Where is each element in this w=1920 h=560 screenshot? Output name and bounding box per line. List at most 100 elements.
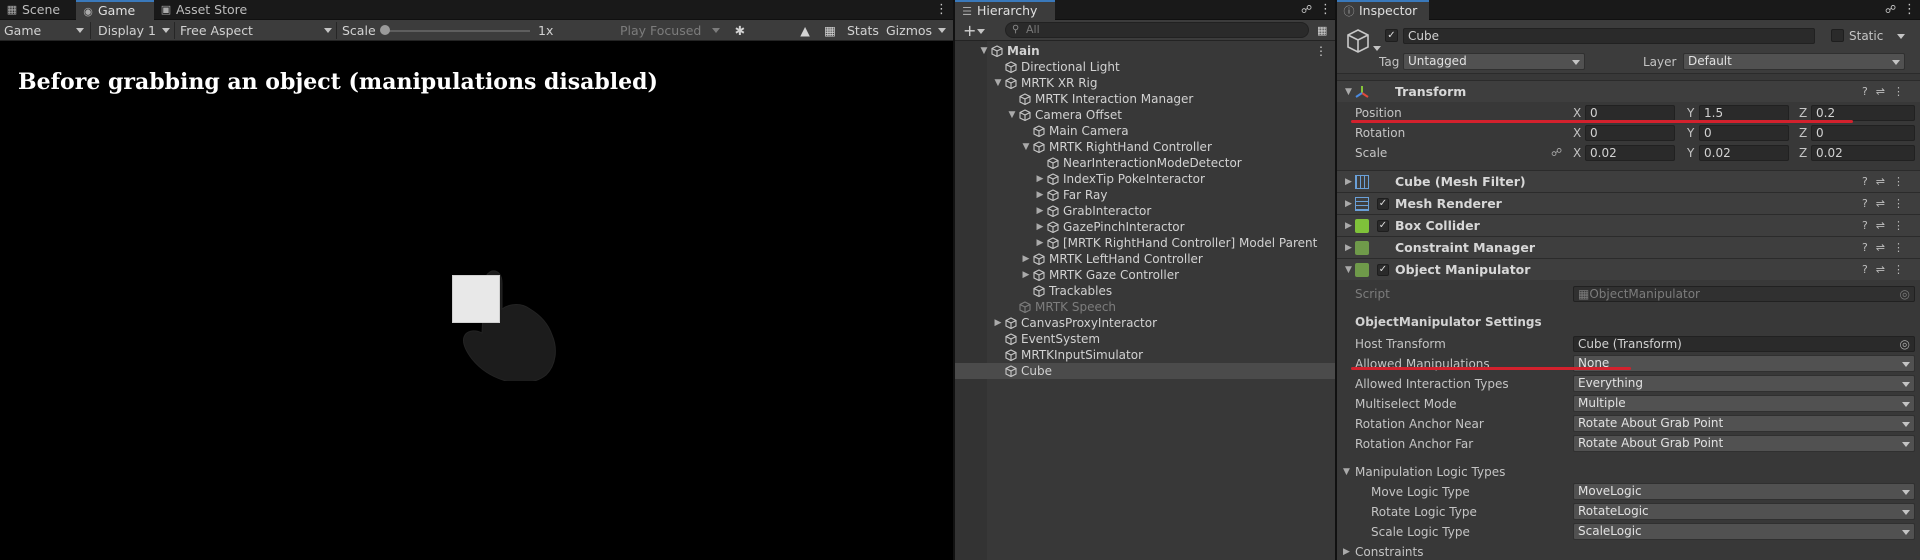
collapse-arrow-icon[interactable]: ▶ <box>1021 267 1031 283</box>
expand-arrow-icon[interactable]: ▶ <box>1343 543 1350 560</box>
hierarchy-item[interactable]: ▼ Camera Offset <box>955 107 1335 123</box>
hierarchy-search-field[interactable]: ⚲ All <box>1005 22 1309 38</box>
hierarchy-item[interactable]: NearInteractionModeDetector <box>955 155 1335 171</box>
manipulator-dropdown[interactable]: Rotate About Grab Point <box>1573 415 1915 432</box>
scale-y-field[interactable]: 0.02 <box>1699 145 1789 161</box>
hierarchy-item[interactable]: ▶ CanvasProxyInteractor <box>955 315 1335 331</box>
constraints-header[interactable]: Constraints <box>1355 543 1423 560</box>
hierarchy-item[interactable]: ▶ MRTK LeftHand Controller <box>955 251 1335 267</box>
object-manipulator-component-header[interactable]: ▼ ✓ Object Manipulator ?⇌⋮ <box>1337 258 1920 280</box>
hierarchy-item[interactable]: ▶ Far Ray <box>955 187 1335 203</box>
scale-z-field[interactable]: 0.02 <box>1811 145 1915 161</box>
hierarchy-item[interactable]: MRTKInputSimulator <box>955 347 1335 363</box>
aspect-dropdown[interactable]: Free Aspect <box>180 20 336 41</box>
speaker-icon[interactable]: ▲ <box>798 20 812 41</box>
expand-arrow-icon[interactable]: ▼ <box>979 43 989 59</box>
keyboard-icon[interactable]: ▦ <box>822 20 838 41</box>
stats-button[interactable]: Stats <box>847 20 879 41</box>
tab-asset-store[interactable]: ▣ Asset Store <box>154 0 253 20</box>
object-name-field[interactable]: Cube <box>1403 28 1815 44</box>
component-tools[interactable]: ?⇌⋮ <box>1862 259 1912 281</box>
cube-object[interactable] <box>452 275 500 323</box>
collapse-arrow-icon[interactable]: ▶ <box>1035 187 1045 203</box>
scale-slider-handle[interactable] <box>380 25 390 35</box>
manipulator-dropdown[interactable]: Multiple <box>1573 395 1915 412</box>
hierarchy-item[interactable]: ▶ IndexTip PokeInteractor <box>955 171 1335 187</box>
tab-hierarchy[interactable]: ☰ Hierarchy <box>955 0 1055 20</box>
gizmos-dropdown[interactable]: Gizmos <box>886 20 946 41</box>
lock-icon[interactable]: ☍ <box>1885 0 1896 20</box>
hierarchy-item[interactable]: Directional Light <box>955 59 1335 75</box>
position-z-field[interactable]: 0.2 <box>1811 105 1915 121</box>
tab-inspector[interactable]: ⓘ Inspector <box>1337 0 1429 20</box>
display-dropdown[interactable]: Display 1 <box>98 20 170 41</box>
hierarchy-item[interactable]: MRTK Speech <box>955 299 1335 315</box>
collapse-arrow-icon[interactable]: ▶ <box>1035 235 1045 251</box>
hierarchy-item[interactable]: EventSystem <box>955 331 1335 347</box>
search-options-icon[interactable]: ▦ <box>1317 20 1327 41</box>
component-tools[interactable]: ?⇌⋮ <box>1862 81 1912 103</box>
hierarchy-item[interactable]: ▶ GazePinchInteractor <box>955 219 1335 235</box>
scene-menu-icon[interactable]: ⋮ <box>1315 43 1327 59</box>
position-y-field[interactable]: 1.5 <box>1699 105 1789 121</box>
game-viewport[interactable]: Before grabbing an object (manipulations… <box>0 41 953 560</box>
hierarchy-item[interactable]: ▼ Main ⋮ <box>955 43 1335 59</box>
hierarchy-item[interactable]: ▶ [MRTK RightHand Controller] Model Paren… <box>955 235 1335 251</box>
manipulator-dropdown[interactable]: Everything <box>1573 375 1915 392</box>
chevron-down-icon[interactable] <box>1897 34 1905 39</box>
hierarchy-item[interactable]: MRTK Interaction Manager <box>955 91 1335 107</box>
logic-type-dropdown[interactable]: RotateLogic <box>1573 503 1915 520</box>
component-tools[interactable]: ?⇌⋮ <box>1862 193 1912 215</box>
static-checkbox[interactable] <box>1831 29 1844 42</box>
tab-scene[interactable]: ▦ Scene <box>0 0 66 20</box>
transform-component-header[interactable]: ▼ Transform ?⇌⋮ <box>1337 80 1920 102</box>
hierarchy-item[interactable]: Trackables <box>955 283 1335 299</box>
hierarchy-item[interactable]: Main Camera <box>955 123 1335 139</box>
expand-arrow-icon[interactable]: ▼ <box>993 75 1003 91</box>
play-mode-dropdown[interactable]: Play Focused <box>620 20 728 41</box>
collapse-arrow-icon[interactable]: ▶ <box>1035 171 1045 187</box>
add-object-button[interactable]: + <box>963 20 976 41</box>
hierarchy-item[interactable]: ▼ MRTK XR Rig <box>955 75 1335 91</box>
collapse-arrow-icon[interactable]: ▶ <box>1035 203 1045 219</box>
component-tools[interactable]: ?⇌⋮ <box>1862 215 1912 237</box>
bug-icon[interactable]: ✱ <box>732 20 748 41</box>
mesh-renderer-component-header[interactable]: ▶ ✓ Mesh Renderer ?⇌⋮ <box>1337 192 1920 214</box>
hierarchy-menu-icon[interactable]: ⋮ <box>1319 0 1332 20</box>
collapse-arrow-icon[interactable]: ▶ <box>1035 219 1045 235</box>
rotation-x-field[interactable]: 0 <box>1585 125 1675 141</box>
hierarchy-item[interactable]: ▶ MRTK Gaze Controller <box>955 267 1335 283</box>
inspector-menu-icon[interactable]: ⋮ <box>1903 0 1916 20</box>
rotation-y-field[interactable]: 0 <box>1699 125 1789 141</box>
lock-icon[interactable]: ☍ <box>1301 0 1312 20</box>
mesh-filter-component-header[interactable]: ▶ Cube (Mesh Filter) ?⇌⋮ <box>1337 170 1920 192</box>
manipulator-dropdown[interactable]: Rotate About Grab Point <box>1573 435 1915 452</box>
link-constrain-icon[interactable]: ☍ <box>1551 144 1562 162</box>
collapse-arrow-icon[interactable]: ▶ <box>993 315 1003 331</box>
logic-types-header[interactable]: Manipulation Logic Types <box>1355 463 1505 481</box>
position-x-field[interactable]: 0 <box>1585 105 1675 121</box>
box-collider-component-header[interactable]: ▶ ✓ Box Collider ?⇌⋮ <box>1337 214 1920 236</box>
view-dropdown[interactable]: Game <box>4 20 88 41</box>
logic-type-dropdown[interactable]: ScaleLogic <box>1573 523 1915 540</box>
enabled-checkbox[interactable]: ✓ <box>1377 264 1389 276</box>
component-tools[interactable]: ?⇌⋮ <box>1862 237 1912 259</box>
hierarchy-item[interactable]: ▼ MRTK RightHand Controller <box>955 139 1335 155</box>
tag-dropdown[interactable]: Untagged <box>1403 53 1585 70</box>
active-checkbox[interactable]: ✓ <box>1385 29 1398 42</box>
rotation-z-field[interactable]: 0 <box>1811 125 1915 141</box>
hierarchy-item[interactable]: Cube <box>955 363 1335 379</box>
enabled-checkbox[interactable]: ✓ <box>1377 220 1389 232</box>
game-panel-menu-icon[interactable]: ⋮ <box>935 0 948 20</box>
expand-arrow-icon[interactable]: ▼ <box>1343 463 1350 481</box>
logic-type-dropdown[interactable]: MoveLogic <box>1573 483 1915 500</box>
scale-slider-track[interactable] <box>384 30 530 32</box>
collapse-arrow-icon[interactable]: ▶ <box>1021 251 1031 267</box>
constraint-manager-component-header[interactable]: ▶ Constraint Manager ?⇌⋮ <box>1337 236 1920 258</box>
enabled-checkbox[interactable]: ✓ <box>1377 198 1389 210</box>
layer-dropdown[interactable]: Default <box>1683 53 1905 70</box>
component-tools[interactable]: ?⇌⋮ <box>1862 171 1912 193</box>
expand-arrow-icon[interactable]: ▼ <box>1021 139 1031 155</box>
tab-game[interactable]: ◉ Game <box>76 0 154 20</box>
scale-x-field[interactable]: 0.02 <box>1585 145 1675 161</box>
